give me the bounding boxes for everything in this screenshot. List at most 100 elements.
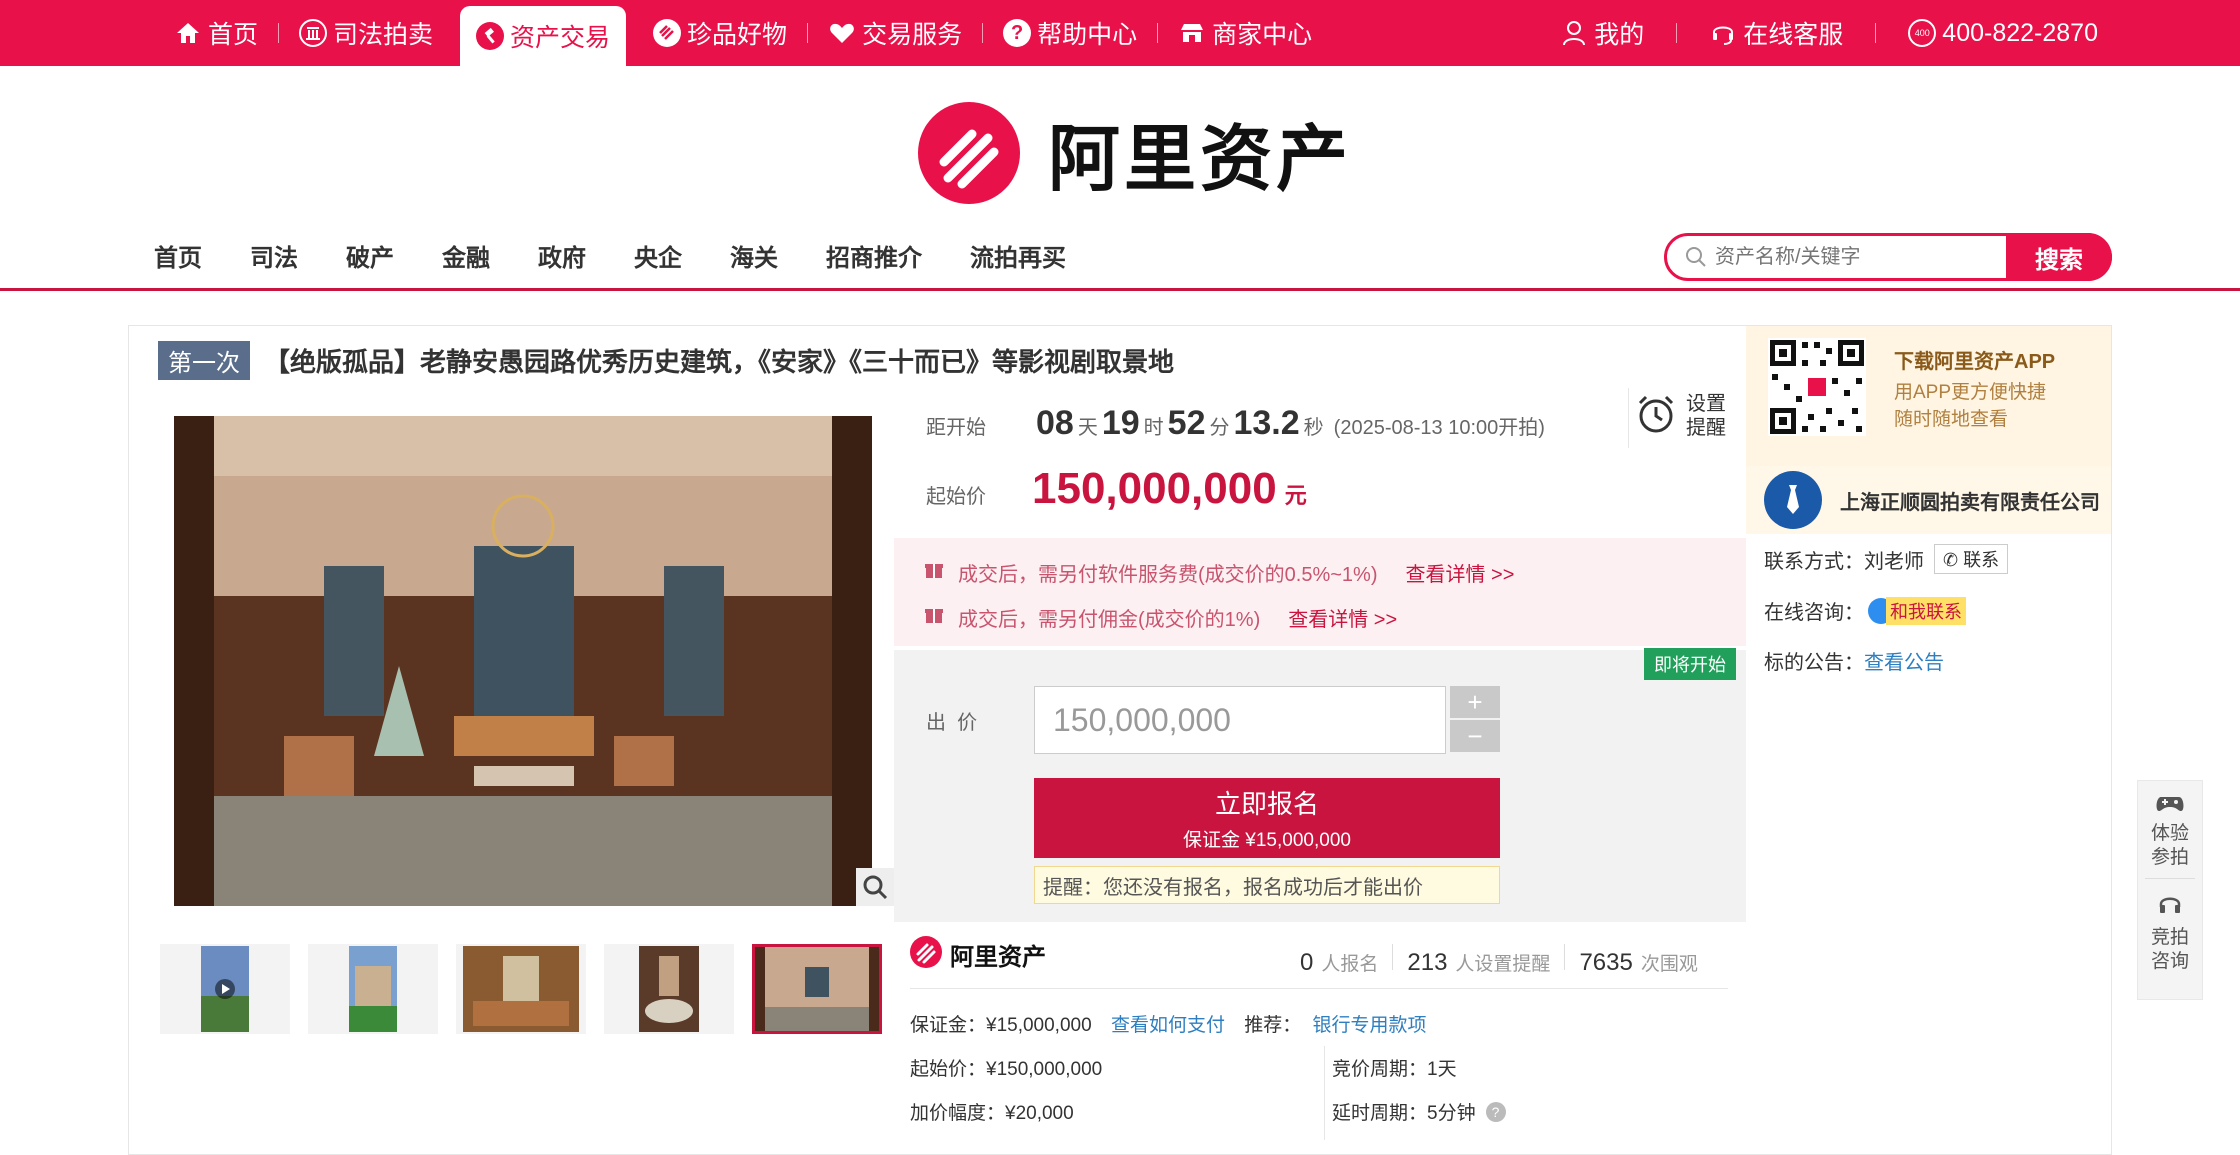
my-account-link[interactable]: 我的 <box>1546 0 1658 66</box>
logo-mark-icon <box>918 101 1020 204</box>
countdown-minutes-unit: 分 <box>1209 417 1230 439</box>
zoom-icon[interactable] <box>856 868 894 906</box>
contact-label: 联系方式： <box>1764 550 1864 573</box>
notice-row: 成交后，需另付软件服务费(成交价的0.5%~1%) 查看详情 >> <box>924 558 1746 587</box>
bidding-consult-button[interactable]: 竞拍咨询 <box>2138 879 2202 974</box>
start-price: 起始价 150,000,000 元 <box>926 464 1307 514</box>
topnav-label: 司法拍卖 <box>333 21 434 49</box>
thumbnail-video[interactable] <box>160 944 290 1034</box>
topnav-treasures[interactable]: 珍品好物 <box>639 0 801 66</box>
phone-link[interactable]: 400 400-822-2870 <box>1894 0 2112 66</box>
deposit-info: 保证金：¥15,000,000 查看如何支付 推荐： 银行专用款项 <box>910 1010 1427 1037</box>
signup-button[interactable]: 立即报名 保证金 ¥15,000,000 <box>1034 778 1500 858</box>
main-photo[interactable] <box>174 416 872 906</box>
help-icon[interactable]: ? <box>1485 1101 1506 1122</box>
company-name[interactable]: 上海正顺圆拍卖有限责任公司 <box>1840 486 2100 515</box>
app-description: 用APP更方便快捷 随时随地查看 <box>1894 379 2046 433</box>
topnav-asset-trade[interactable]: 资产交易 <box>460 6 627 66</box>
set-reminder-button[interactable]: 设置 提醒 <box>1636 392 1726 440</box>
app-download-title[interactable]: 下载阿里资产APP <box>1894 345 2055 374</box>
thumbnail-strip <box>160 944 900 1034</box>
top-nav: 首页 司法拍卖 资产交易 珍品好物 交易服务 ? 帮助中心 商家中心 <box>160 0 1326 66</box>
remind-label-1: 设置 <box>1686 393 1726 415</box>
mainnav-customs[interactable]: 海关 <box>730 238 778 273</box>
mainnav-bankruptcy[interactable]: 破产 <box>346 238 394 273</box>
detail-delay: 延时周期：5分钟 ? <box>1332 1098 1506 1125</box>
online-service-label: 在线客服 <box>1743 21 1844 49</box>
status-badge: 即将开始 <box>1644 648 1736 680</box>
how-to-pay-link[interactable]: 查看如何支付 <box>1111 1015 1225 1036</box>
start-price-unit: 元 <box>1284 483 1307 508</box>
chat-button[interactable]: 和我联系 <box>1868 596 1966 625</box>
divider <box>910 988 1728 989</box>
mainnav-soe[interactable]: 央企 <box>634 238 682 273</box>
thumbnail-image[interactable] <box>456 944 586 1034</box>
signup-count: 0 <box>1300 949 1314 976</box>
bid-price-input[interactable]: 150,000,000 <box>1034 686 1446 754</box>
top-right-links: 我的 在线客服 400 400-822-2870 <box>1546 0 2112 66</box>
gift-icon <box>924 605 944 631</box>
try-bidding-button[interactable]: 体验参拍 <box>2138 781 2202 870</box>
topnav-merchant[interactable]: 商家中心 <box>1164 0 1326 66</box>
bid-label: 出 价 <box>926 712 978 734</box>
topnav-home[interactable]: 首页 <box>160 0 272 66</box>
thumbnail-image[interactable] <box>308 944 438 1034</box>
divider <box>807 23 809 43</box>
search-input[interactable] <box>1667 237 2006 277</box>
notice-details-link[interactable]: 查看详情 >> <box>1406 558 1515 587</box>
online-service-link[interactable]: 在线客服 <box>1695 0 1857 66</box>
tie-icon <box>1764 471 1822 529</box>
increase-bid-button[interactable]: + <box>1450 686 1500 718</box>
gamepad-icon <box>2155 793 2185 822</box>
divider <box>1676 23 1678 43</box>
topnav-label: 首页 <box>208 21 259 49</box>
contact-button[interactable]: ✆ 联系 <box>1934 544 2009 574</box>
mainnav-promotion[interactable]: 招商推介 <box>826 238 922 273</box>
divider <box>1564 944 1566 970</box>
countdown-hours-unit: 时 <box>1143 417 1164 439</box>
court-icon <box>299 19 328 47</box>
notice-row: 标的公告： 查看公告 <box>1764 646 1944 675</box>
countdown-hours: 19 <box>1101 404 1140 442</box>
mainnav-judicial[interactable]: 司法 <box>250 238 298 273</box>
topnav-judicial[interactable]: 司法拍卖 <box>285 0 447 66</box>
remind-label-2: 提醒 <box>1686 417 1726 439</box>
qr-code-icon <box>1768 338 1866 436</box>
notice-label: 标的公告： <box>1764 652 1864 674</box>
notice-row: 成交后，需另付佣金(成交价的1%) 查看详情 >> <box>924 603 1746 632</box>
start-price-label: 起始价 <box>926 486 986 508</box>
alarm-clock-icon <box>1636 393 1676 440</box>
site-logo[interactable]: 阿里资产 <box>918 100 1352 205</box>
divider <box>1324 1046 1325 1140</box>
round-badge: 第一次 <box>158 341 250 380</box>
thumbnail-image-selected[interactable] <box>752 944 882 1034</box>
contact-row: 联系方式： 刘老师 ✆ 联系 <box>1764 544 2009 574</box>
headset-icon <box>1709 19 1737 47</box>
search-button[interactable]: 搜索 <box>2006 233 2112 281</box>
mainnav-relist[interactable]: 流拍再买 <box>970 238 1066 273</box>
mainnav-finance[interactable]: 金融 <box>442 238 490 273</box>
divider <box>278 23 280 43</box>
my-account-label: 我的 <box>1594 21 1645 49</box>
gem-icon <box>653 19 682 47</box>
decrease-bid-button[interactable]: − <box>1450 720 1500 752</box>
app-desc-line: 用APP更方便快捷 <box>1894 382 2047 403</box>
countdown-label: 距开始 <box>926 417 986 439</box>
app-desc-line: 随时随地查看 <box>1894 409 2009 430</box>
divider <box>1392 944 1394 970</box>
divider <box>1157 23 1159 43</box>
view-notice-link[interactable]: 查看公告 <box>1864 646 1944 675</box>
topnav-trade-service[interactable]: 交易服务 <box>814 0 976 66</box>
thumbnail-image[interactable] <box>604 944 734 1034</box>
mainnav-home[interactable]: 首页 <box>154 238 202 273</box>
nav-divider-line <box>0 288 2240 291</box>
notice-details-link[interactable]: 查看详情 >> <box>1288 603 1397 632</box>
bank-payment-link[interactable]: 银行专用款项 <box>1313 1015 1427 1036</box>
countdown-minutes: 52 <box>1167 404 1206 442</box>
deposit-text: 保证金：¥15,000,000 <box>910 1015 1092 1036</box>
countdown-days: 08 <box>1036 404 1074 442</box>
mainnav-government[interactable]: 政府 <box>538 238 586 273</box>
topnav-help[interactable]: ? 帮助中心 <box>989 0 1151 66</box>
contact-button-label: 联系 <box>1963 550 2000 570</box>
listing-title-row: 第一次 【绝版孤品】老静安愚园路优秀历史建筑，《安家》《三十而已》等影视剧取景地 <box>158 341 1174 380</box>
